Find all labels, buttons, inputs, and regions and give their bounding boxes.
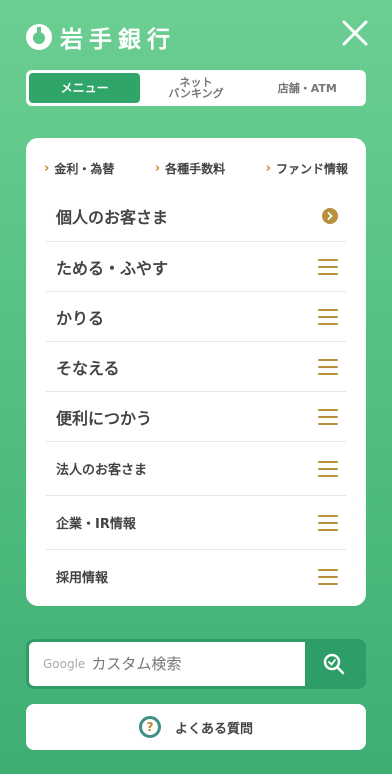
tab-net-banking[interactable]: ネット バンキング: [140, 73, 251, 103]
menu-item-convenient[interactable]: 便利につかう: [46, 391, 346, 441]
menu-item-label: 企業・IR情報: [56, 517, 136, 532]
menu-item-personal[interactable]: 個人のお客さま: [46, 191, 346, 241]
menu-item-recruit[interactable]: 採用情報: [46, 549, 346, 603]
bank-logo-icon: [26, 24, 52, 50]
hamburger-icon: [318, 358, 338, 375]
menu-item-prepare[interactable]: そなえる: [46, 341, 346, 391]
menu-card: › 金利・為替 › 各種手数料 › ファンド情報 個人のお客さま ためる・ふやす…: [26, 138, 366, 606]
close-button[interactable]: [340, 18, 370, 48]
quick-link-funds[interactable]: › ファンド情報: [266, 158, 348, 178]
menu-item-save[interactable]: ためる・ふやす: [46, 241, 346, 291]
menu-item-corporate[interactable]: 法人のお客さま: [46, 441, 346, 495]
hamburger-icon: [318, 308, 338, 325]
quick-link-rates[interactable]: › 金利・為替: [44, 158, 114, 178]
logo-text: 岩手銀行: [60, 27, 176, 53]
quick-link-label: 金利・為替: [54, 161, 115, 176]
hamburger-icon: [318, 460, 338, 477]
hamburger-icon: [318, 514, 338, 531]
menu-item-label: 個人のお客さま: [56, 208, 169, 227]
tab-menu[interactable]: メニュー: [29, 73, 141, 103]
search-icon: [323, 653, 345, 675]
menu-item-label: 採用情報: [56, 571, 109, 586]
chevron-right-icon: ›: [154, 160, 161, 176]
faq-button[interactable]: ? よくある質問: [26, 704, 366, 750]
chevron-right-icon: ›: [44, 160, 50, 176]
menu-item-label: ためる・ふやす: [56, 258, 169, 278]
menu-list: 個人のお客さま ためる・ふやす かりる そなえる 便利につかう 法人のお客さま …: [46, 191, 346, 603]
hamburger-icon: [318, 408, 338, 425]
search-bar: Google: [26, 639, 366, 689]
quick-link-fees[interactable]: › 各種手数料: [155, 158, 225, 178]
search-button[interactable]: [305, 642, 363, 686]
menu-item-label: 法人のお客さま: [56, 463, 148, 478]
question-icon: ?: [138, 716, 161, 738]
menu-item-label: そなえる: [56, 358, 120, 378]
google-label: Google: [43, 657, 86, 671]
nav-tabs: メニュー ネット バンキング 店舗・ATM: [26, 70, 366, 106]
menu-item-label: かりる: [56, 308, 105, 328]
chevron-circle-icon: [322, 208, 338, 224]
bank-logo[interactable]: 岩手銀行: [26, 20, 176, 54]
tab-store-atm[interactable]: 店舗・ATM: [252, 73, 363, 103]
menu-item-label: 便利につかう: [56, 408, 153, 428]
menu-item-borrow[interactable]: かりる: [46, 291, 346, 341]
menu-item-company-ir[interactable]: 企業・IR情報: [46, 495, 346, 549]
search-input[interactable]: [91, 655, 292, 673]
close-icon: [342, 20, 368, 46]
hamburger-icon: [318, 258, 338, 275]
quick-links: › 金利・為替 › 各種手数料 › ファンド情報: [44, 158, 348, 178]
chevron-right-icon: ›: [265, 160, 271, 176]
search-field: Google: [29, 642, 305, 686]
header: 岩手銀行: [0, 0, 392, 64]
quick-link-label: 各種手数料: [165, 161, 226, 176]
faq-label: よくある質問: [174, 721, 253, 737]
quick-link-label: ファンド情報: [275, 161, 348, 176]
hamburger-icon: [318, 568, 338, 585]
